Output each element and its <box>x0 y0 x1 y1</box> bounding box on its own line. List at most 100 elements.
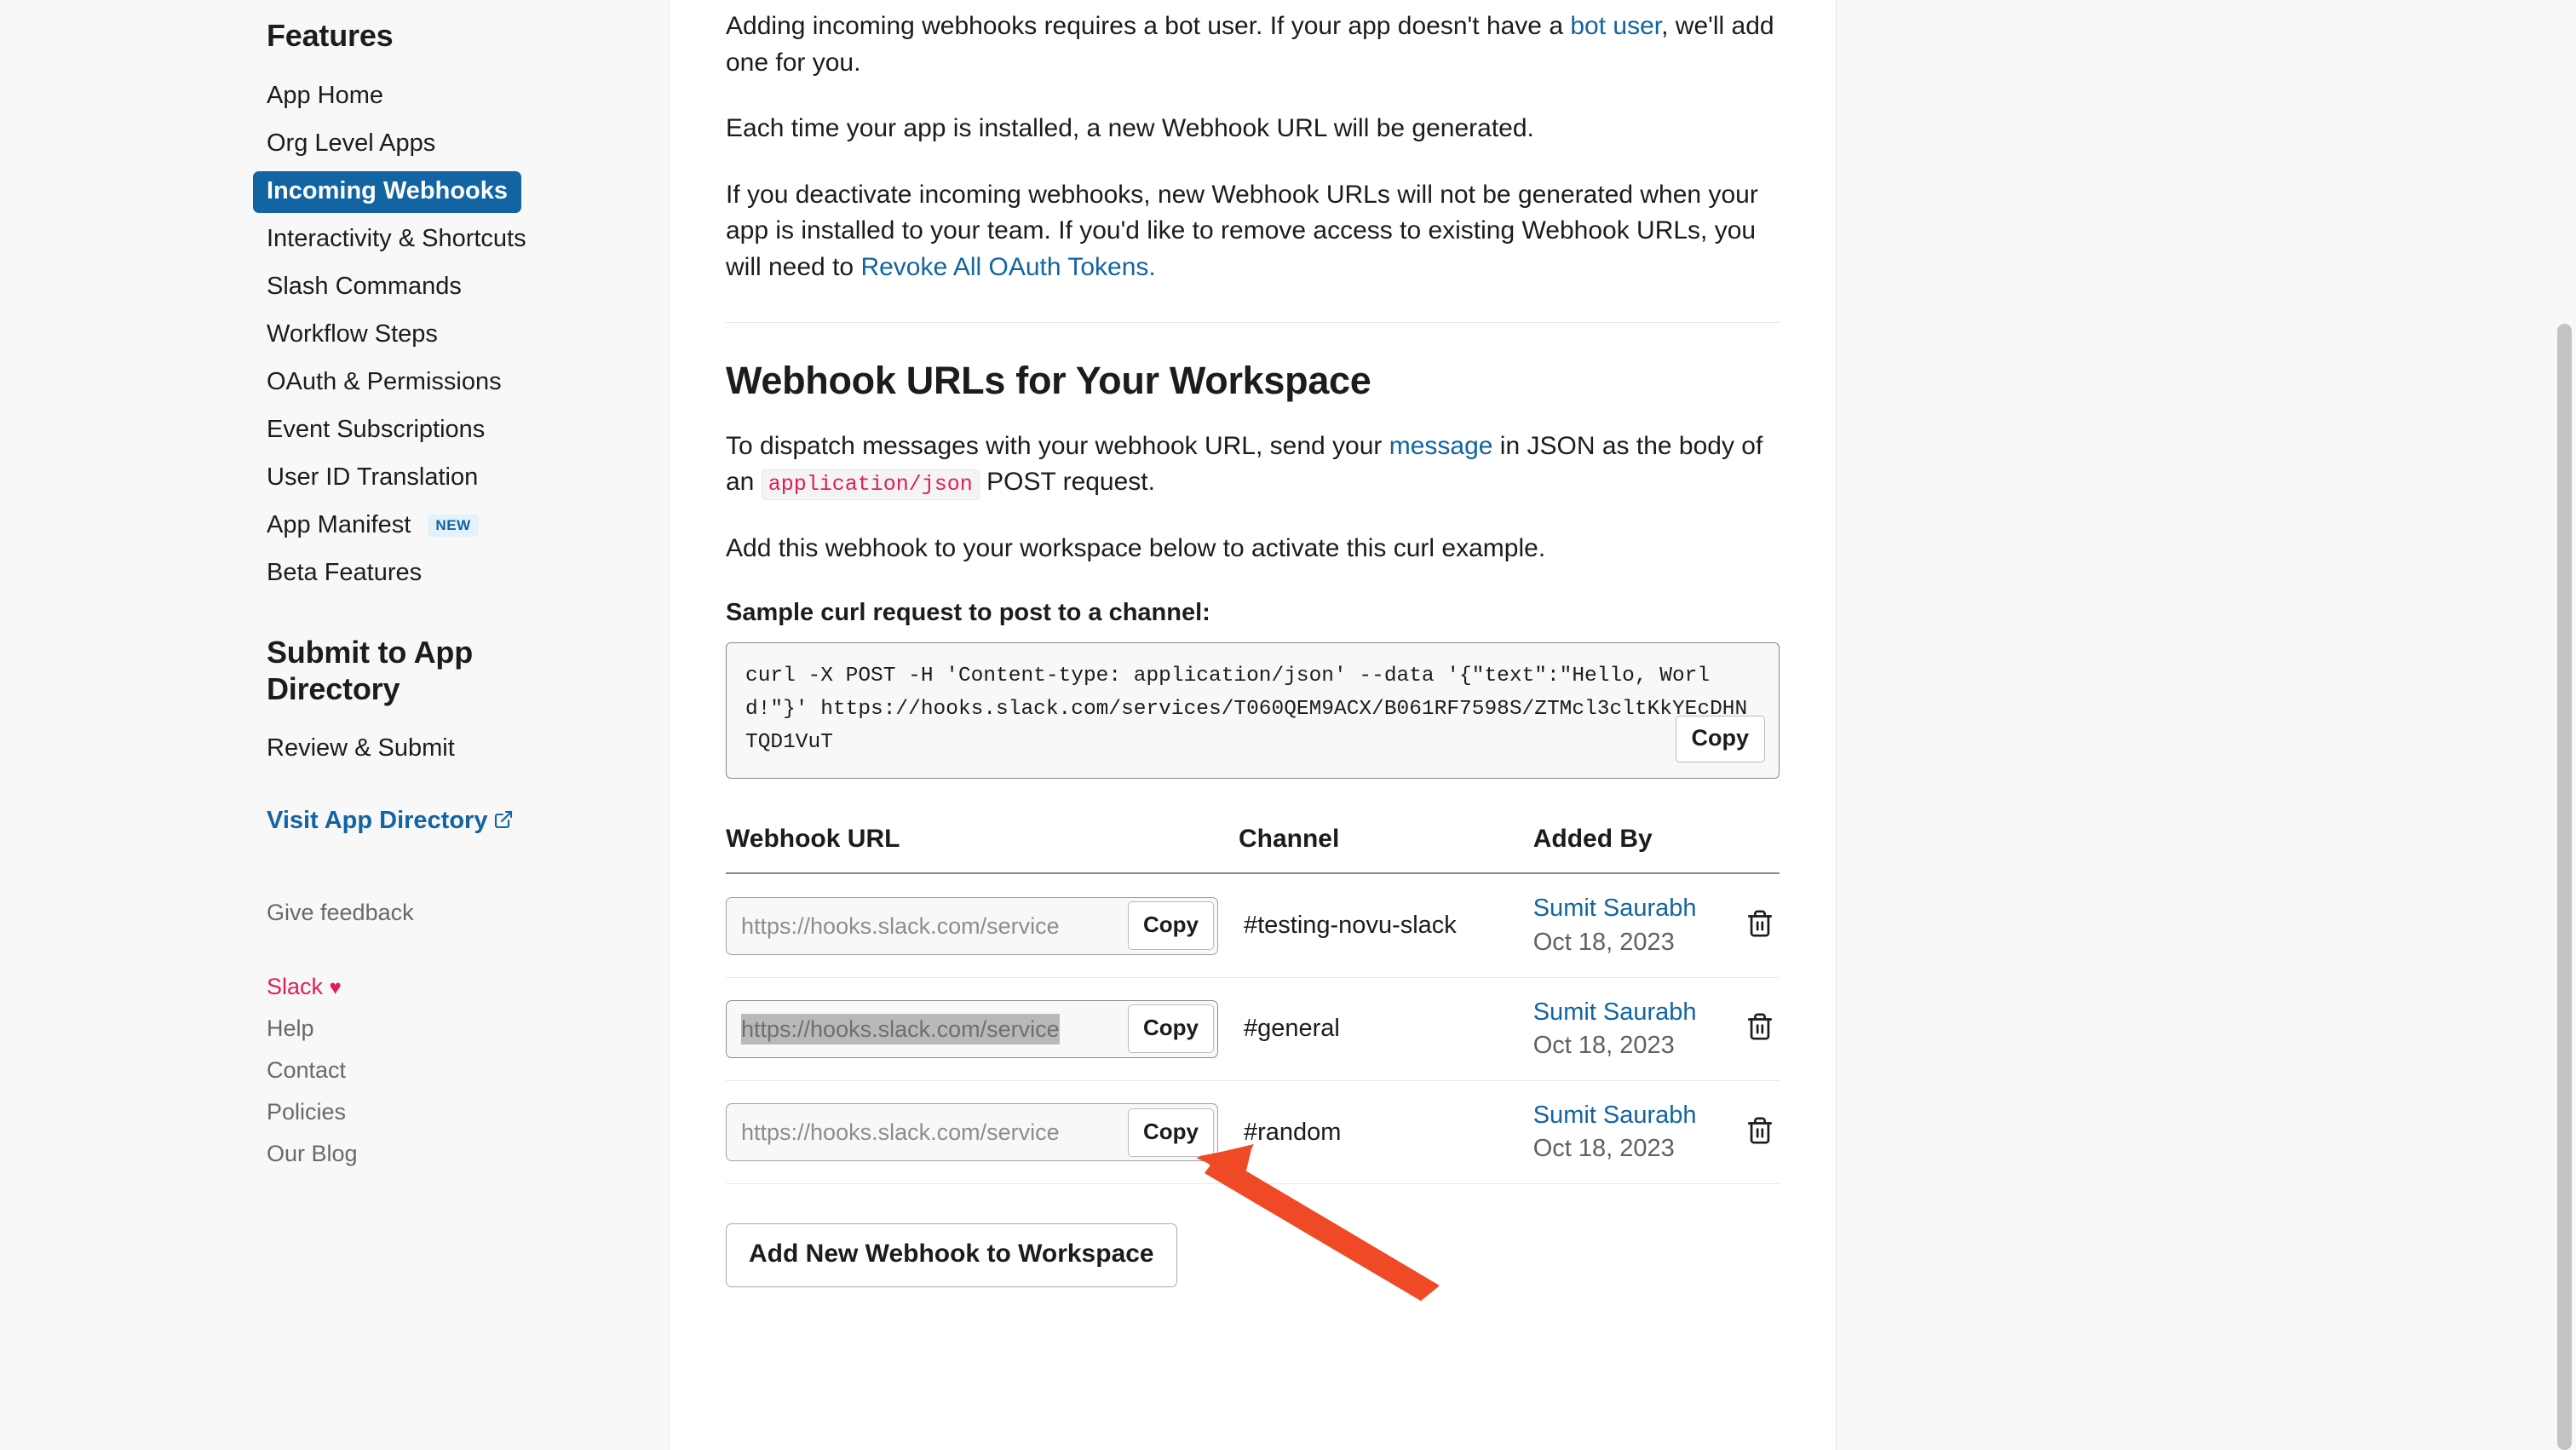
section-p1-text-c: POST request. <box>979 468 1155 497</box>
table-row: https://hooks.slack.com/service Copy #ge… <box>726 977 1780 1081</box>
footer-link-label: Policies <box>267 1098 347 1125</box>
copy-button-row-3[interactable]: Copy <box>1128 1108 1214 1157</box>
sidebar-item-event-subscriptions[interactable]: Event Subscriptions <box>253 410 498 452</box>
column-header-delete <box>1728 825 1780 875</box>
sidebar-item-beta-features[interactable]: Beta Features <box>253 553 435 595</box>
sidebar-submit-list: Review & Submit <box>267 728 669 770</box>
external-link-icon <box>493 808 514 837</box>
column-header-channel: Channel <box>1238 825 1533 875</box>
heart-icon: ♥ <box>329 975 342 999</box>
give-feedback-link[interactable]: Give feedback <box>267 900 414 926</box>
column-header-added-by: Added By <box>1532 825 1729 875</box>
sidebar-item-oauth-permissions[interactable]: OAuth & Permissions <box>253 362 515 404</box>
sidebar-item-label: Slash Commands <box>267 273 462 301</box>
footer-link-contact[interactable]: Contact <box>267 1057 346 1084</box>
webhook-url-field-1[interactable]: https://hooks.slack.com/service Copy <box>726 896 1218 955</box>
curl-sample-label: Sample curl request to post to a channel… <box>726 599 1210 627</box>
sidebar-item-app-manifest[interactable]: App Manifest NEW <box>253 505 492 547</box>
curl-code-block: curl -X POST -H 'Content-type: applicati… <box>726 642 1780 780</box>
intro-paragraph-3: If you deactivate incoming webhooks, new… <box>726 177 1780 286</box>
footer-link-help[interactable]: Help <box>267 1016 314 1042</box>
visit-app-directory-link[interactable]: Visit App Directory <box>267 807 514 837</box>
selected-url-text: https://hooks.slack.com/service <box>741 1013 1060 1044</box>
sidebar-item-slash-commands[interactable]: Slash Commands <box>253 267 475 308</box>
webhook-url-text: https://hooks.slack.com/service <box>741 912 1060 939</box>
cell-channel: #random <box>1238 1080 1533 1185</box>
section-heading: Webhook URLs for Your Workspace <box>726 358 1371 402</box>
page-scrollbar-thumb[interactable] <box>2557 324 2572 1450</box>
sidebar-item-label: App Manifest <box>267 511 411 539</box>
sidebar: Features App Home Org Level Apps Incomin… <box>0 0 669 1450</box>
sidebar-submit-heading: Submit to App Directory <box>267 635 474 707</box>
added-by-date: Oct 18, 2023 <box>1532 1135 1675 1162</box>
sidebar-item-incoming-webhooks[interactable]: Incoming Webhooks <box>253 171 522 214</box>
page-scrollbar-track[interactable] <box>2554 0 2576 1450</box>
message-link[interactable]: message <box>1389 432 1493 460</box>
app-root: Features App Home Org Level Apps Incomin… <box>0 0 2576 1450</box>
section-paragraph-2: Add this webhook to your workspace below… <box>726 533 1546 562</box>
cell-webhook-url: https://hooks.slack.com/service Copy <box>726 1080 1239 1185</box>
cell-delete <box>1728 1080 1780 1185</box>
section-divider <box>726 321 1780 323</box>
cell-added-by: Sumit Saurabh Oct 18, 2023 <box>1532 1080 1729 1185</box>
footer-link-our-blog[interactable]: Our Blog <box>267 1141 358 1167</box>
right-empty-pane <box>1837 0 2554 1450</box>
sidebar-item-review-submit[interactable]: Review & Submit <box>253 728 469 770</box>
section-paragraph-1: To dispatch messages with your webhook U… <box>726 429 1780 501</box>
cell-webhook-url: https://hooks.slack.com/service Copy <box>726 873 1239 978</box>
sidebar-item-label: Review & Submit <box>267 734 455 762</box>
footer-link-policies[interactable]: Policies <box>267 1099 346 1125</box>
content-type-code: application/json <box>761 469 980 501</box>
delete-webhook-button-3[interactable] <box>1745 1116 1774 1145</box>
sidebar-item-label: OAuth & Permissions <box>267 368 502 396</box>
delete-webhook-button-2[interactable] <box>1745 1012 1774 1041</box>
footer-link-label: Contact <box>267 1056 347 1083</box>
cell-delete <box>1728 873 1780 978</box>
footer-link-label: Slack <box>267 973 324 999</box>
trash-icon <box>1745 910 1774 941</box>
intro-paragraph-1: Adding incoming webhooks requires a bot … <box>726 0 1780 81</box>
main-content-panel: Adding incoming webhooks requires a bot … <box>670 0 1836 1450</box>
sidebar-item-org-level-apps[interactable]: Org Level Apps <box>253 124 449 165</box>
cell-added-by: Sumit Saurabh Oct 18, 2023 <box>1532 977 1729 1081</box>
webhook-url-field-3[interactable]: https://hooks.slack.com/service Copy <box>726 1103 1218 1161</box>
sidebar-item-label: Event Subscriptions <box>267 416 486 444</box>
sidebar-item-label: User ID Translation <box>267 463 479 492</box>
trash-icon <box>1745 1116 1774 1148</box>
webhooks-table-head: Webhook URL Channel Added By <box>726 825 1780 875</box>
intro-paragraph-2: Each time your app is installed, a new W… <box>726 114 1534 143</box>
delete-webhook-button-1[interactable] <box>1745 909 1774 938</box>
added-by-user-link[interactable]: Sumit Saurabh <box>1533 1100 1729 1131</box>
table-row: https://hooks.slack.com/service Copy #te… <box>726 873 1780 978</box>
sidebar-item-user-id-translation[interactable]: User ID Translation <box>253 457 492 499</box>
added-by-user-link[interactable]: Sumit Saurabh <box>1533 893 1729 924</box>
sidebar-item-interactivity-shortcuts[interactable]: Interactivity & Shortcuts <box>253 219 540 261</box>
copy-button-row-1[interactable]: Copy <box>1128 901 1214 951</box>
webhook-url-text: https://hooks.slack.com/service <box>741 1119 1060 1145</box>
table-row: https://hooks.slack.com/service Copy #ra… <box>726 1080 1780 1185</box>
cell-channel: #general <box>1238 977 1533 1081</box>
sidebar-item-app-home[interactable]: App Home <box>253 76 397 118</box>
added-by-date: Oct 18, 2023 <box>1532 1031 1675 1059</box>
sidebar-item-workflow-steps[interactable]: Workflow Steps <box>253 314 451 356</box>
revoke-oauth-tokens-link[interactable]: Revoke All OAuth Tokens. <box>860 253 1155 281</box>
section-p1-text-a: To dispatch messages with your webhook U… <box>726 431 1389 460</box>
bot-user-link[interactable]: bot user <box>1570 12 1661 40</box>
webhooks-table: Webhook URL Channel Added By https://hoo… <box>726 825 1780 1185</box>
added-by-user-link[interactable]: Sumit Saurabh <box>1533 997 1729 1028</box>
column-header-webhook-url: Webhook URL <box>726 825 1239 875</box>
cell-channel: #testing-novu-slack <box>1238 873 1533 978</box>
sidebar-features-heading: Features <box>267 18 394 53</box>
footer-link-slack[interactable]: Slack ♥ <box>267 974 342 1000</box>
sidebar-footer-links: Slack ♥ Help Contact Policies Our Blog <box>267 974 669 1167</box>
webhook-url-text-selected: https://hooks.slack.com/service <box>727 1001 1128 1057</box>
cell-webhook-url: https://hooks.slack.com/service Copy <box>726 977 1239 1081</box>
add-new-webhook-button[interactable]: Add New Webhook to Workspace <box>726 1223 1177 1288</box>
copy-curl-button[interactable]: Copy <box>1675 716 1765 763</box>
sidebar-item-label: App Home <box>267 82 384 110</box>
sidebar-item-label: Beta Features <box>267 559 423 587</box>
sidebar-item-label: Incoming Webhooks <box>267 177 509 205</box>
added-by-date: Oct 18, 2023 <box>1532 928 1675 956</box>
copy-button-row-2[interactable]: Copy <box>1128 1004 1214 1054</box>
webhook-url-field-2[interactable]: https://hooks.slack.com/service Copy <box>726 999 1218 1058</box>
